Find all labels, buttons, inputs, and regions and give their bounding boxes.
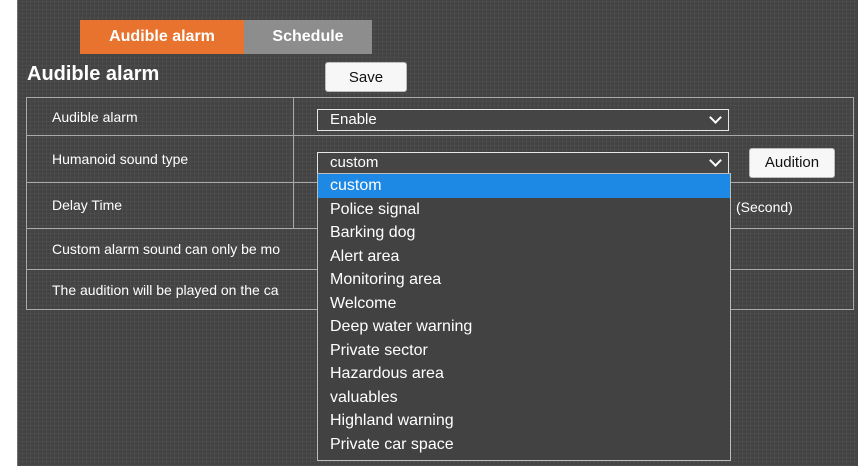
- dropdown-option[interactable]: Private sector: [318, 339, 730, 363]
- dropdown-option[interactable]: Private car space: [318, 433, 730, 457]
- tab-audible-alarm[interactable]: Audible alarm: [80, 20, 244, 54]
- settings-panel: Audible alarm Schedule Audible alarm Sav…: [17, 0, 858, 466]
- save-button[interactable]: Save: [325, 62, 407, 92]
- dropdown-option[interactable]: Welcome: [318, 292, 730, 316]
- dropdown-option[interactable]: Police signal: [318, 198, 730, 222]
- sound-type-value: custom: [330, 154, 379, 171]
- sound-type-select[interactable]: custom: [317, 152, 729, 174]
- audible-alarm-value: Enable: [330, 111, 377, 128]
- sound-type-dropdown-list: custom Police signal Barking dog Alert a…: [317, 173, 731, 461]
- dropdown-option[interactable]: Hazardous area: [318, 362, 730, 386]
- dropdown-option[interactable]: Monitoring area: [318, 268, 730, 292]
- dropdown-option[interactable]: Barking dog: [318, 221, 730, 245]
- chevron-down-icon: [709, 111, 722, 124]
- column-divider: [293, 136, 294, 182]
- audible-alarm-label: Audible alarm: [52, 109, 138, 125]
- delay-unit-label: (Second): [736, 199, 793, 215]
- dropdown-option[interactable]: Highland warning: [318, 409, 730, 433]
- dropdown-option[interactable]: valuables: [318, 386, 730, 410]
- dropdown-option[interactable]: Deep water warning: [318, 315, 730, 339]
- column-divider: [293, 183, 294, 228]
- custom-sound-note: Custom alarm sound can only be mo: [52, 241, 280, 257]
- page-title: Audible alarm: [27, 63, 160, 85]
- sound-type-label: Humanoid sound type: [52, 151, 189, 167]
- chevron-down-icon: [709, 154, 722, 167]
- dropdown-option[interactable]: Alert area: [318, 245, 730, 269]
- tab-schedule[interactable]: Schedule: [244, 20, 372, 54]
- tab-bar: Audible alarm Schedule: [80, 20, 372, 54]
- dropdown-option[interactable]: custom: [318, 174, 730, 198]
- audible-alarm-select[interactable]: Enable: [317, 109, 729, 131]
- audition-note: The audition will be played on the ca: [52, 282, 279, 298]
- delay-time-label: Delay Time: [52, 197, 123, 213]
- audition-button[interactable]: Audition: [749, 148, 835, 178]
- column-divider: [293, 98, 294, 135]
